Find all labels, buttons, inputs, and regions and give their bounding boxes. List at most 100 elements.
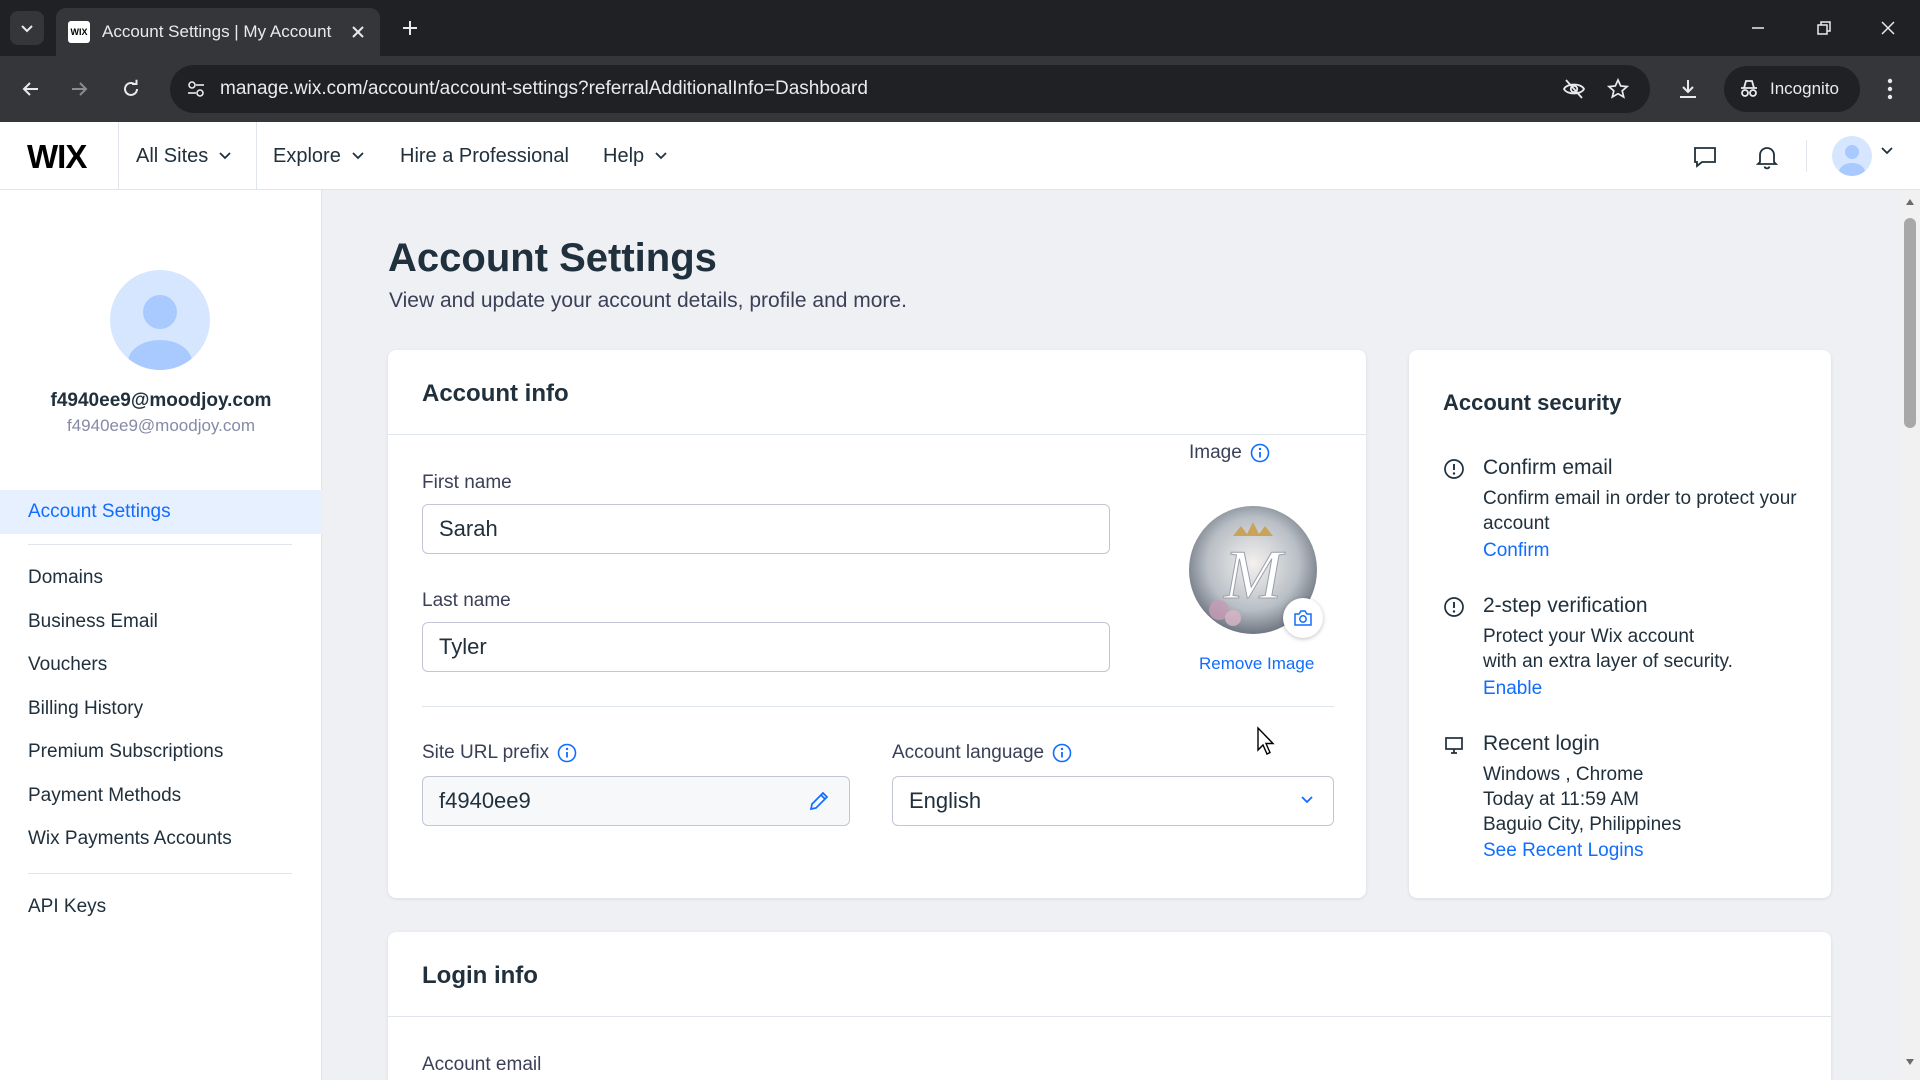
image-label-text: Image <box>1189 442 1242 463</box>
monitor-icon <box>1445 737 1463 754</box>
user-avatar-button[interactable] <box>1832 136 1872 176</box>
see-recent-logins-link[interactable]: See Recent Logins <box>1483 840 1644 862</box>
alert-circle-icon <box>1444 459 1464 479</box>
sidebar-item-label: Account Settings <box>28 501 171 522</box>
sidebar-item-account-settings[interactable]: Account Settings <box>0 490 322 534</box>
reload-button[interactable] <box>114 72 148 106</box>
sidebar-item-label: Business Email <box>28 611 158 632</box>
bookmark-button[interactable] <box>1604 75 1632 103</box>
close-window-button[interactable] <box>1868 10 1908 46</box>
alert-circle-icon <box>1444 597 1464 617</box>
arrow-right-icon <box>72 82 88 96</box>
info-icon[interactable] <box>557 743 577 763</box>
sidebar-item-domains[interactable]: Domains <box>0 556 322 600</box>
first-name-value: Sarah <box>439 516 498 541</box>
tab-close-button[interactable] <box>346 20 370 44</box>
user-icon <box>128 295 192 370</box>
confirm-email-link[interactable]: Confirm <box>1483 540 1550 562</box>
account-language-select[interactable]: English <box>892 776 1334 826</box>
sidebar-item-premium-subscriptions[interactable]: Premium Subscriptions <box>0 730 322 774</box>
plus-icon <box>403 21 417 35</box>
info-icon[interactable] <box>1052 743 1072 763</box>
sidebar-item-api-keys[interactable]: API Keys <box>0 885 322 929</box>
enable-two-step-link[interactable]: Enable <box>1483 678 1542 700</box>
recent-login-time: Today at 11:59 AM <box>1483 789 1639 810</box>
site-info-button[interactable] <box>180 73 212 105</box>
close-icon <box>1881 21 1895 35</box>
account-language-label: Account language <box>892 742 1072 764</box>
confirm-email-text: Confirm email in order to protect your a… <box>1483 488 1797 534</box>
change-image-button[interactable] <box>1283 598 1323 638</box>
wix-favicon-icon: WIX <box>68 21 90 43</box>
nav-hire-professional[interactable]: Hire a Professional <box>400 122 569 190</box>
messages-button[interactable] <box>1690 142 1720 172</box>
browser-tab-active[interactable]: WIX Account Settings | My Account <box>56 8 380 56</box>
card-title: Account security <box>1443 390 1622 415</box>
camera-icon <box>1294 610 1312 626</box>
chat-icon <box>1694 147 1716 168</box>
incognito-label: Incognito <box>1770 79 1839 98</box>
restore-icon <box>1817 21 1831 35</box>
sidebar-item-payment-methods[interactable]: Payment Methods <box>0 774 322 818</box>
recent-login-title: Recent login <box>1483 732 1600 755</box>
browser-menu-button[interactable] <box>1874 73 1906 105</box>
card-title: Login info <box>422 962 538 989</box>
forward-button[interactable] <box>62 72 96 106</box>
divider <box>422 706 1334 707</box>
chevron-down-icon <box>352 152 364 160</box>
incognito-badge[interactable]: Incognito <box>1724 66 1860 112</box>
notifications-button[interactable] <box>1752 142 1782 172</box>
sidebar-item-billing-history[interactable]: Billing History <box>0 687 322 731</box>
confirm-email-title: Confirm email <box>1483 456 1613 479</box>
restore-button[interactable] <box>1804 10 1844 46</box>
sidebar-item-label: Domains <box>28 567 103 588</box>
more-vertical-icon <box>1887 78 1893 100</box>
nav-help[interactable]: Help <box>603 122 668 190</box>
minimize-button[interactable] <box>1738 10 1778 46</box>
chevron-down-icon[interactable] <box>1880 146 1894 156</box>
sidebar-item-vouchers[interactable]: Vouchers <box>0 643 322 687</box>
card-title: Account info <box>422 380 569 407</box>
sidebar-item-wix-payments-accounts[interactable]: Wix Payments Accounts <box>0 817 322 861</box>
two-step-verification-section: 2-step verification Protect your Wix acc… <box>1443 594 1803 704</box>
last-name-value: Tyler <box>439 634 487 659</box>
recent-login-device: Windows , Chrome <box>1483 764 1644 785</box>
page-scrollbar[interactable] <box>1900 190 1920 1080</box>
nav-explore[interactable]: Explore <box>273 122 365 190</box>
sidebar-item-label: Billing History <box>28 698 144 719</box>
last-name-input[interactable]: Tyler <box>422 622 1110 672</box>
tracking-protection-button[interactable] <box>1560 75 1588 103</box>
reload-icon <box>124 79 138 96</box>
remove-image-link[interactable]: Remove Image <box>1199 654 1314 674</box>
eye-off-icon <box>1562 79 1586 99</box>
minimize-icon <box>1752 27 1764 29</box>
scroll-up-arrow[interactable] <box>1904 196 1916 208</box>
url-text[interactable]: manage.wix.com/account/account-settings?… <box>220 78 868 100</box>
chevron-down-icon <box>219 152 231 160</box>
downloads-button[interactable] <box>1672 73 1704 105</box>
back-button[interactable] <box>14 72 48 106</box>
tab-title: Account Settings | My Account <box>102 22 332 41</box>
sidebar-item-label: Vouchers <box>28 654 108 675</box>
wix-logo[interactable]: WIX <box>27 138 87 176</box>
sidebar-item-label: API Keys <box>28 896 107 917</box>
nav-explore-label: Explore <box>273 144 341 167</box>
sidebar-item-label: Wix Payments Accounts <box>28 828 232 849</box>
edit-pencil-icon[interactable] <box>807 789 831 819</box>
first-name-input[interactable]: Sarah <box>422 504 1110 554</box>
chevron-down-icon <box>655 152 667 160</box>
sidebar-item-business-email[interactable]: Business Email <box>0 600 322 644</box>
account-sidebar: f4940ee9@moodjoy.com f4940ee9@moodjoy.co… <box>0 190 322 1080</box>
scroll-down-arrow[interactable] <box>1904 1056 1916 1068</box>
new-tab-button[interactable] <box>396 14 424 42</box>
address-bar[interactable]: manage.wix.com/account/account-settings?… <box>170 65 1650 113</box>
divider <box>28 873 292 874</box>
nav-all-sites[interactable]: All Sites <box>136 122 232 190</box>
confirm-email-section: Confirm email Confirm email in order to … <box>1443 456 1803 566</box>
two-step-text-line2: with an extra layer of security. <box>1483 651 1733 672</box>
tab-search-button[interactable] <box>10 11 44 45</box>
nav-all-sites-label: All Sites <box>136 144 209 167</box>
account-language-value: English <box>909 788 982 813</box>
scrollbar-thumb[interactable] <box>1904 218 1916 428</box>
info-icon[interactable] <box>1250 443 1270 463</box>
